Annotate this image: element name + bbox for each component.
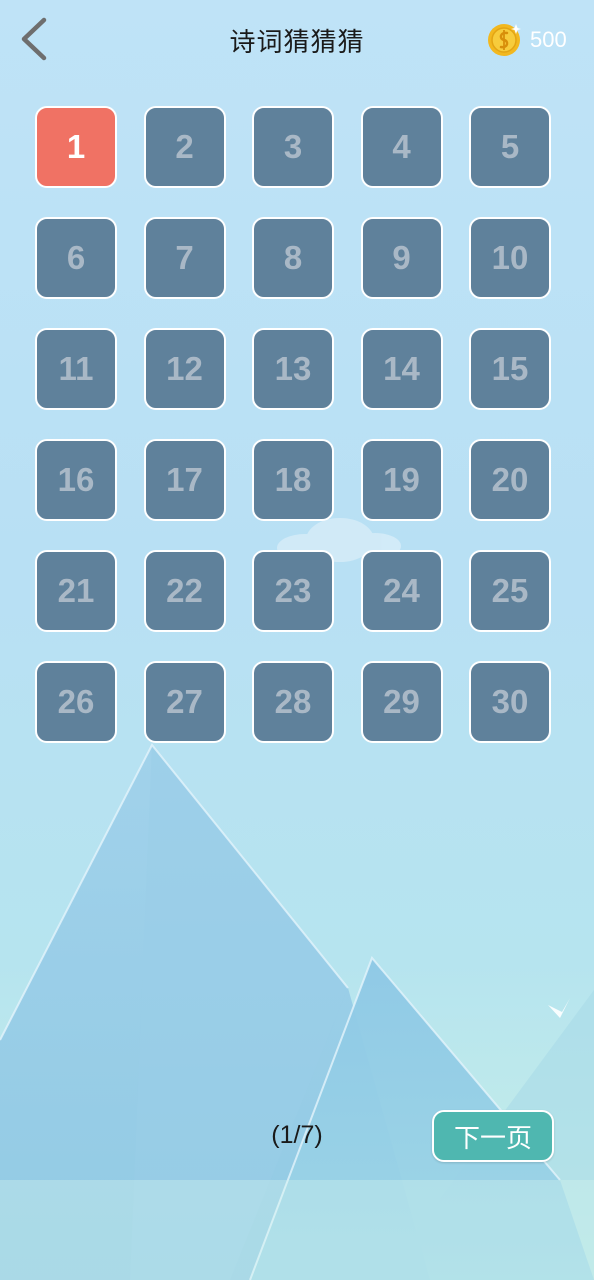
level-button-21[interactable]: 21 (35, 550, 117, 632)
level-button-3[interactable]: 3 (252, 106, 334, 188)
level-button-10[interactable]: 10 (469, 217, 551, 299)
level-button-29[interactable]: 29 (360, 661, 443, 743)
level-button-19[interactable]: 19 (360, 439, 443, 521)
level-button-9[interactable]: 9 (360, 217, 443, 299)
level-button-27[interactable]: 27 (143, 661, 226, 743)
level-button-26[interactable]: 26 (35, 661, 117, 743)
gold-coin-icon (488, 24, 521, 56)
level-button-15[interactable]: 15 (469, 328, 551, 410)
level-button-1[interactable]: 1 (35, 106, 117, 188)
level-button-13[interactable]: 13 (252, 328, 334, 410)
level-button-28[interactable]: 28 (252, 661, 334, 743)
level-button-14[interactable]: 14 (360, 328, 443, 410)
level-button-6[interactable]: 6 (35, 217, 117, 299)
level-button-25[interactable]: 25 (469, 550, 551, 632)
level-button-17[interactable]: 17 (143, 439, 226, 521)
level-button-18[interactable]: 18 (252, 439, 334, 521)
level-button-2[interactable]: 2 (143, 106, 226, 188)
level-button-12[interactable]: 12 (143, 328, 226, 410)
level-button-22[interactable]: 22 (143, 550, 226, 632)
level-button-23[interactable]: 23 (252, 550, 334, 632)
level-grid: 1 2 3 4 5 6 7 8 9 10 11 12 13 14 15 16 17 18 19 20 21 22 23 24 2… (35, 106, 551, 743)
level-button-8[interactable]: 8 (252, 217, 334, 299)
level-button-5[interactable]: 5 (469, 106, 551, 188)
level-button-7[interactable]: 7 (143, 217, 226, 299)
level-button-24[interactable]: 24 (360, 550, 443, 632)
level-button-11[interactable]: 11 (35, 328, 117, 410)
level-button-16[interactable]: 16 (35, 439, 117, 521)
level-button-4[interactable]: 4 (360, 106, 443, 188)
level-button-30[interactable]: 30 (469, 661, 551, 743)
coin-balance: 500 (486, 22, 567, 58)
next-page-button[interactable]: 下一页 (432, 1110, 554, 1162)
coin-count: 500 (530, 27, 567, 52)
level-button-20[interactable]: 20 (469, 439, 551, 521)
header-bar: 诗词猜猜猜 500 (0, 0, 594, 80)
